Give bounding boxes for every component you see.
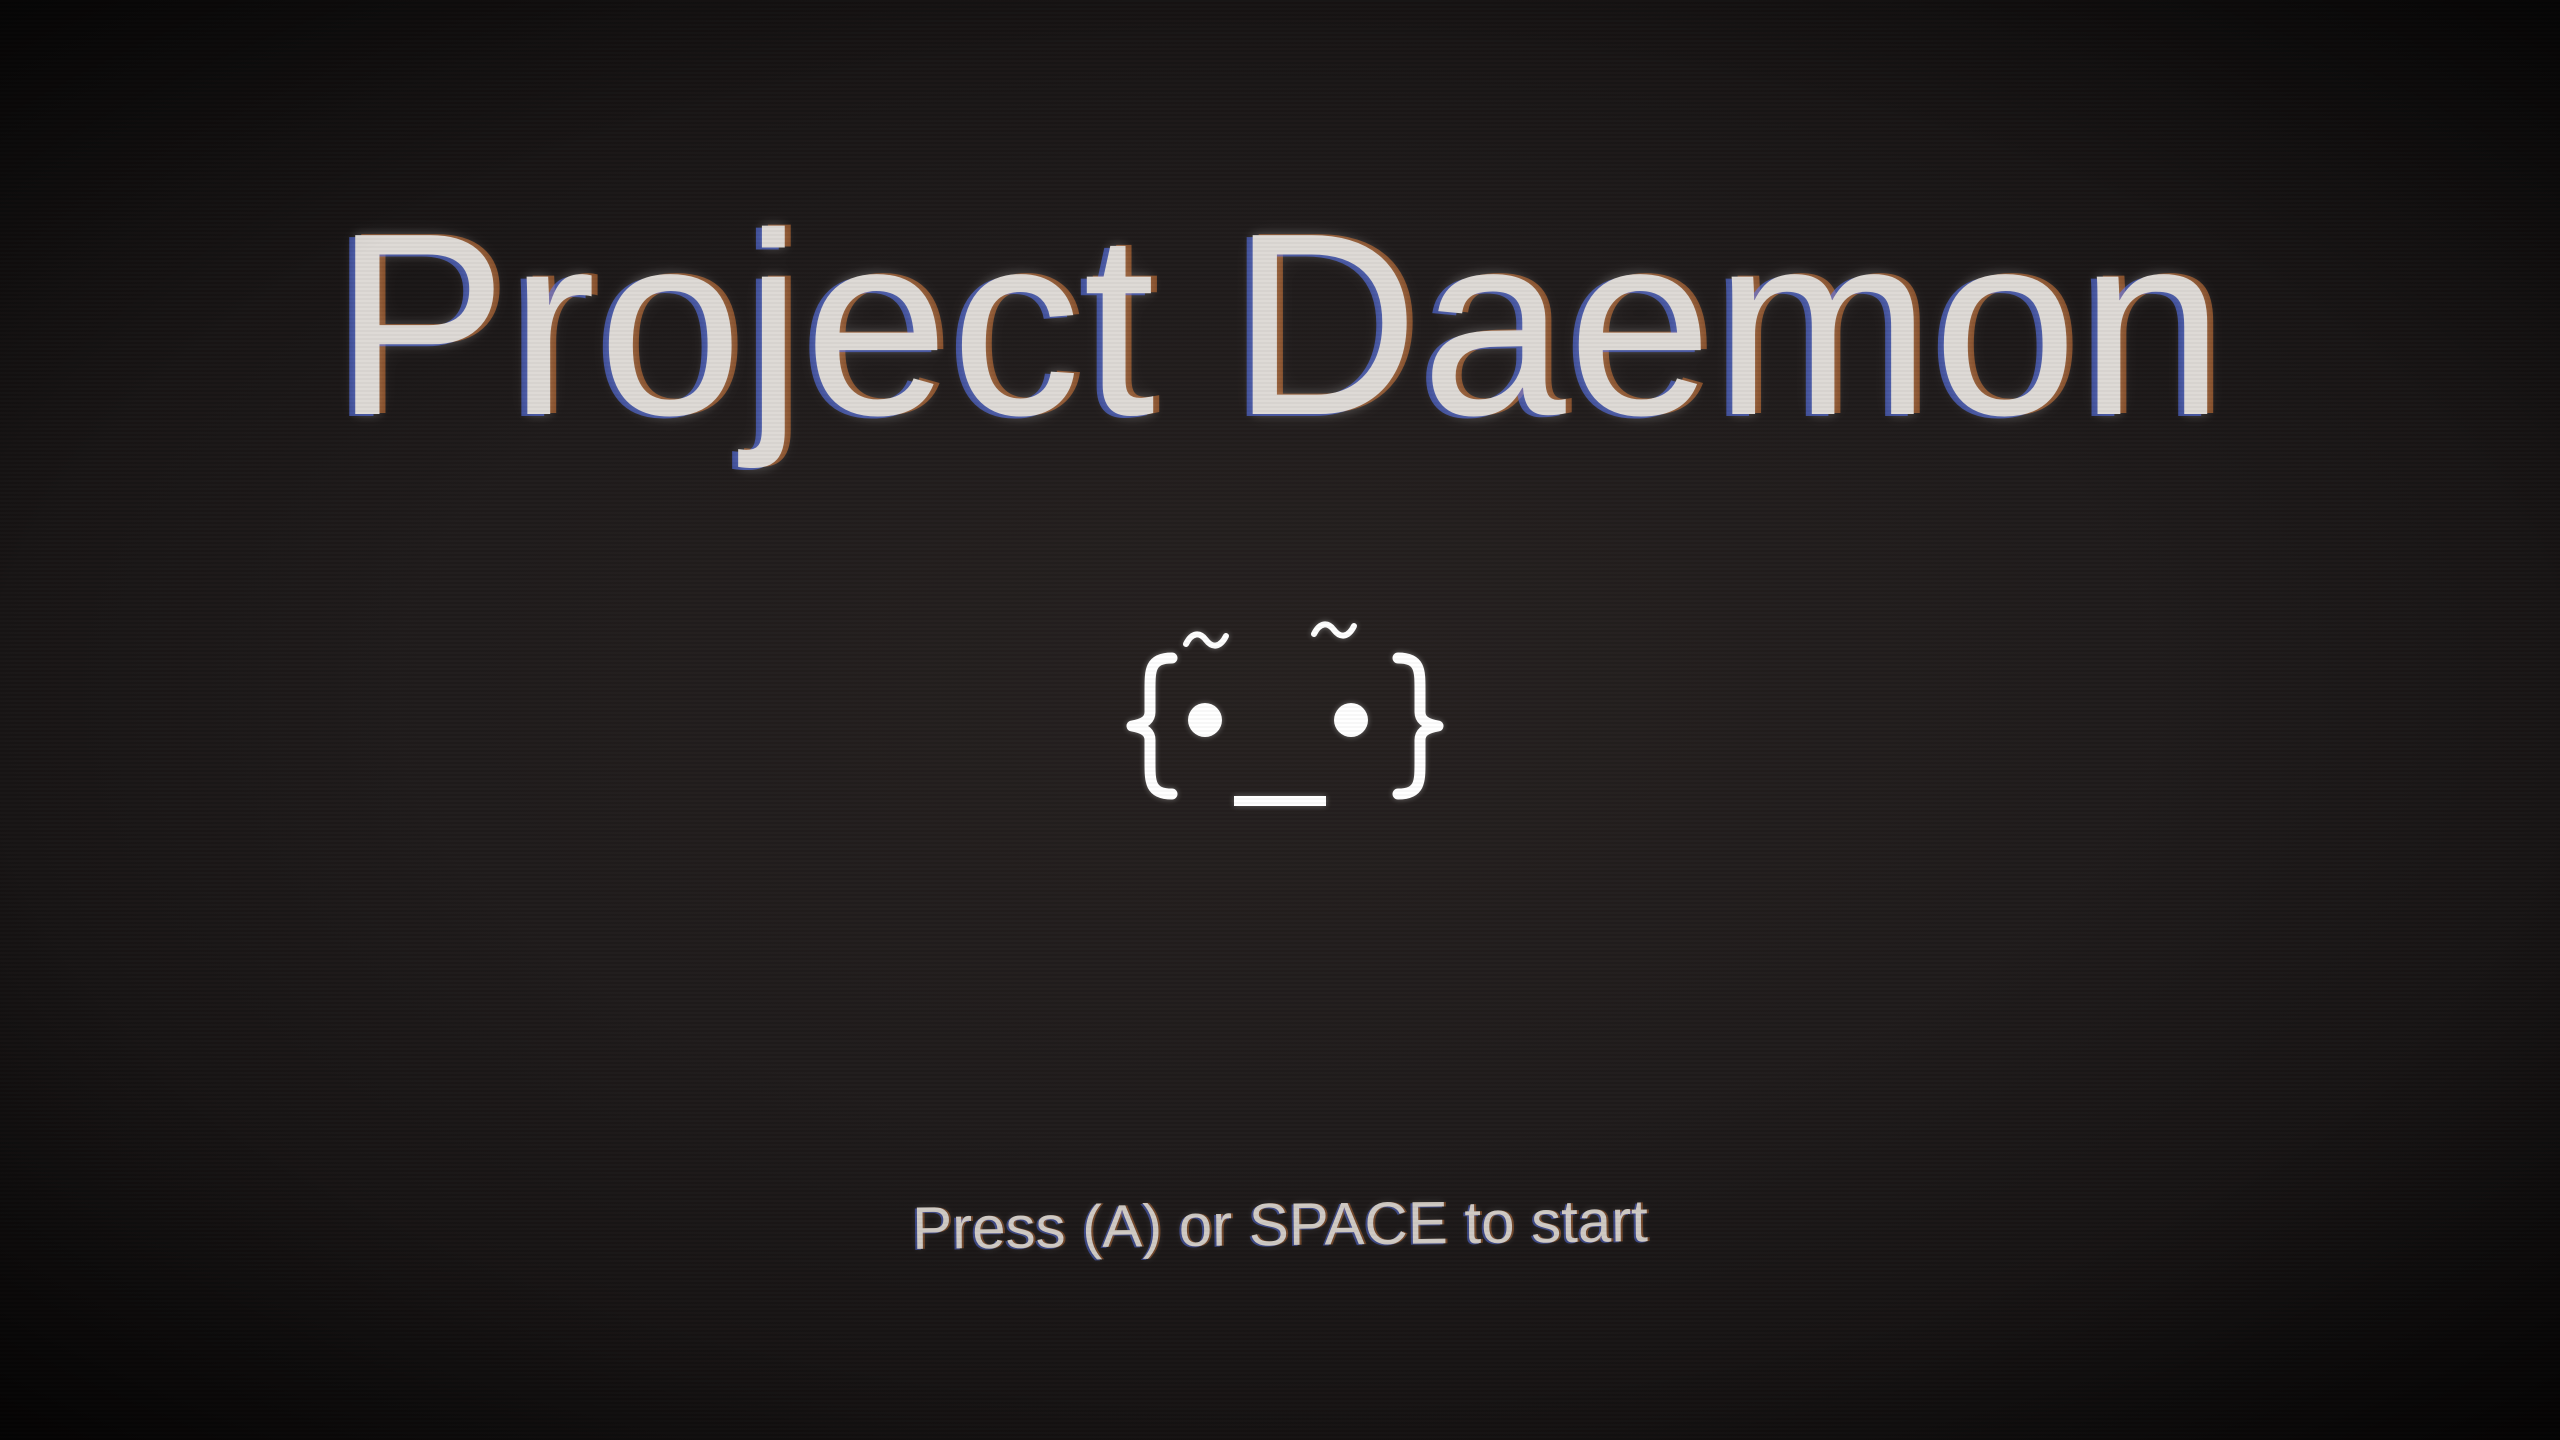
title-screen[interactable]: Project Daemon Press (A) or SPACE to sta… <box>0 0 2560 1440</box>
left-eye-shape <box>1188 703 1222 737</box>
right-eyebrow-shape <box>1311 621 1357 639</box>
mouth-shape <box>1234 796 1326 806</box>
game-title: Project Daemon <box>333 180 2227 470</box>
right-eye-shape <box>1334 703 1368 737</box>
left-eyebrow-shape <box>1183 631 1229 649</box>
start-prompt: Press (A) or SPACE to start <box>911 1187 1649 1262</box>
right-brace-shape <box>1392 652 1444 800</box>
left-brace-shape <box>1126 652 1178 800</box>
daemon-face-icon <box>1120 620 1450 820</box>
